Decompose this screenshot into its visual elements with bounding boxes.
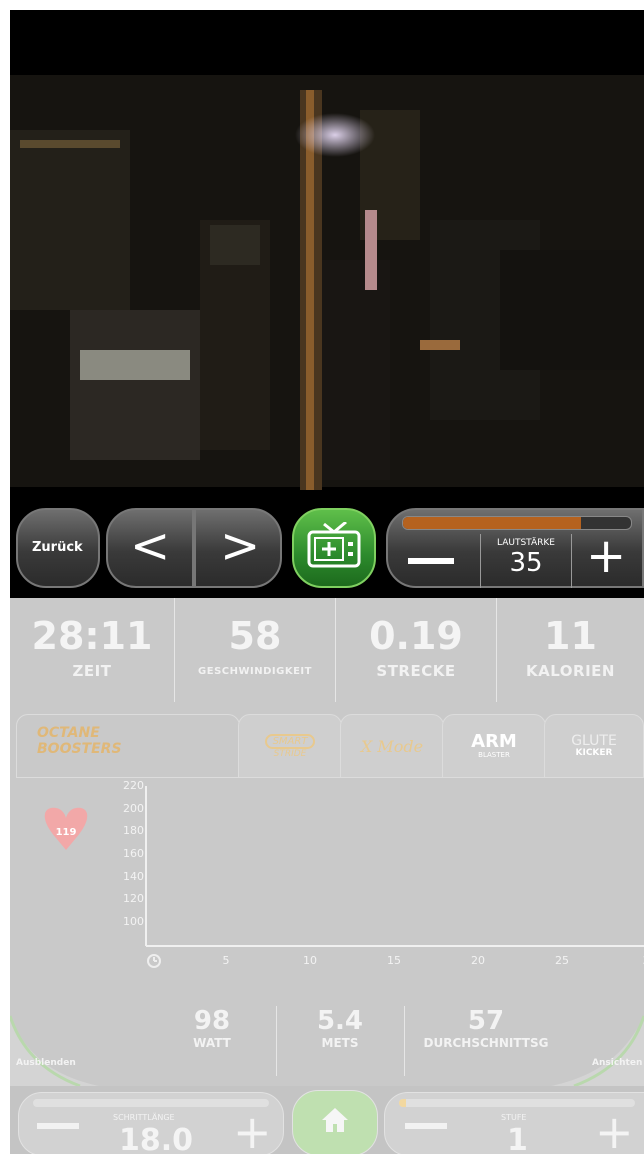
tv-plus-icon — [307, 522, 361, 568]
volume-label: LAUTSTÄRKE — [497, 538, 555, 548]
level-value: 1 — [507, 1123, 528, 1154]
tab-x-mode[interactable]: X Mode — [340, 714, 444, 778]
stride-control: SCHRITTLÄNGE 18.0 + — [18, 1092, 284, 1154]
mets-label: METS — [321, 1036, 359, 1050]
heart-rate-value: 119 — [56, 827, 77, 838]
level-plus-button[interactable]: + — [595, 1105, 634, 1154]
y-tick-label: 100 — [123, 915, 144, 928]
volume-control: LAUTSTÄRKE 35 + — [386, 508, 644, 588]
stat-distance: 0.19 STRECKE — [336, 598, 496, 708]
watt-label: WATT — [193, 1036, 231, 1050]
y-tick-label: 200 — [123, 801, 144, 815]
home-icon — [322, 1108, 348, 1132]
average-label: DURCHSCHNITTSG — [423, 1036, 549, 1050]
distance-value: 0.19 — [369, 614, 463, 658]
average-value: 57 — [467, 1006, 505, 1036]
kicker-label: KICKER — [575, 748, 613, 758]
stride-minus-button[interactable] — [37, 1123, 79, 1129]
arm-label: ARM — [471, 731, 517, 752]
tab-glute-kicker[interactable]: GLUTE KICKER — [544, 714, 644, 778]
divider — [276, 1006, 277, 1076]
bottom-bar: SCHRITTLÄNGE 18.0 + STUFE 1 + — [10, 1086, 644, 1154]
minus-icon — [408, 558, 454, 564]
stat-watt: 98 WATT — [150, 1006, 274, 1050]
time-label: ZEIT — [72, 662, 112, 680]
city-night-video — [10, 75, 644, 490]
time-value: 28:11 — [31, 614, 153, 658]
hide-button[interactable]: Ausblenden — [16, 1058, 76, 1068]
y-tick-label: 160 — [123, 847, 144, 860]
video-player[interactable] — [10, 10, 644, 498]
divider — [404, 1006, 405, 1076]
back-button[interactable]: Zurück — [16, 508, 100, 588]
stride-label: STRIDE — [273, 748, 307, 759]
x-tick-label: 3 — [636, 954, 644, 967]
app-screen: Zurück < > LAUTSTÄRKE 35 + 28:11 ZEIT 58… — [10, 10, 644, 1154]
stat-mets: 5.4 METS — [278, 1006, 402, 1050]
stride-label: SCHRITTLÄNGE — [113, 1113, 175, 1122]
x-tick-label: 5 — [222, 954, 230, 967]
volume-down-button[interactable] — [392, 534, 478, 586]
stat-calories: 11 KALORIEN — [497, 598, 644, 708]
y-tick-label: 180 — [123, 824, 144, 838]
home-button[interactable] — [292, 1090, 378, 1154]
speed-value: 58 — [228, 614, 282, 658]
mets-value: 5.4 — [316, 1006, 364, 1036]
calories-label: KALORIEN — [526, 662, 615, 680]
tv-button[interactable] — [292, 508, 376, 588]
level-fill — [399, 1099, 407, 1107]
tab-smart-stride[interactable]: SMART STRIDE — [238, 714, 342, 778]
smart-logo: SMART — [264, 733, 316, 749]
control-bar: Zurück < > LAUTSTÄRKE 35 + — [10, 498, 644, 598]
back-label: Zurück — [32, 540, 83, 555]
y-tick-label: 220 — [123, 779, 144, 792]
watt-value: 98 — [193, 1006, 231, 1036]
volume-display: LAUTSTÄRKE 35 — [480, 534, 572, 588]
calories-value: 11 — [544, 614, 597, 658]
volume-up-button[interactable]: + — [574, 528, 640, 586]
volume-value: 35 — [509, 548, 543, 578]
x-tick-label: 10 — [303, 954, 317, 967]
next-button[interactable]: > — [194, 508, 282, 588]
tab-arm-blaster[interactable]: ARM BLASTER — [442, 714, 546, 778]
chevron-right-icon: > — [220, 518, 261, 574]
previous-button[interactable]: < — [106, 508, 194, 588]
x-tick-label: 15 — [387, 954, 401, 967]
views-button[interactable]: Ansichten — [592, 1058, 642, 1068]
stride-value: 18.0 — [119, 1123, 194, 1154]
tab-octane-boosters[interactable]: OCTANE BOOSTERS — [16, 714, 240, 778]
x-tick-label: 25 — [555, 954, 569, 967]
stat-speed: 58 GESCHWINDIGKEIT — [175, 598, 335, 708]
chevron-left-icon: < — [130, 518, 171, 574]
boosters-label: BOOSTERS — [37, 741, 122, 757]
level-control: STUFE 1 + — [384, 1092, 644, 1154]
stride-plus-button[interactable]: + — [233, 1105, 272, 1154]
octane-label: OCTANE — [37, 725, 100, 741]
x-tick-label: 20 — [471, 954, 485, 967]
plus-icon: + — [586, 528, 627, 584]
level-minus-button[interactable] — [405, 1123, 447, 1129]
stat-average: 57 DURCHSCHNITTSG — [406, 1006, 566, 1050]
workout-panel: 28:11 ZEIT 58 GESCHWINDIGKEIT 0.19 STREC… — [10, 598, 644, 1154]
stat-time: 28:11 ZEIT — [10, 598, 174, 708]
speed-label: GESCHWINDIGKEIT — [198, 666, 312, 677]
glute-label: GLUTE — [571, 733, 617, 749]
volume-fill — [403, 517, 581, 529]
distance-label: STRECKE — [376, 662, 456, 680]
y-tick-label: 140 — [123, 869, 144, 883]
y-tick-label: 120 — [123, 892, 144, 906]
blaster-label: BLASTER — [478, 751, 510, 759]
xmode-label: X Mode — [360, 736, 424, 756]
level-label: STUFE — [501, 1113, 527, 1122]
